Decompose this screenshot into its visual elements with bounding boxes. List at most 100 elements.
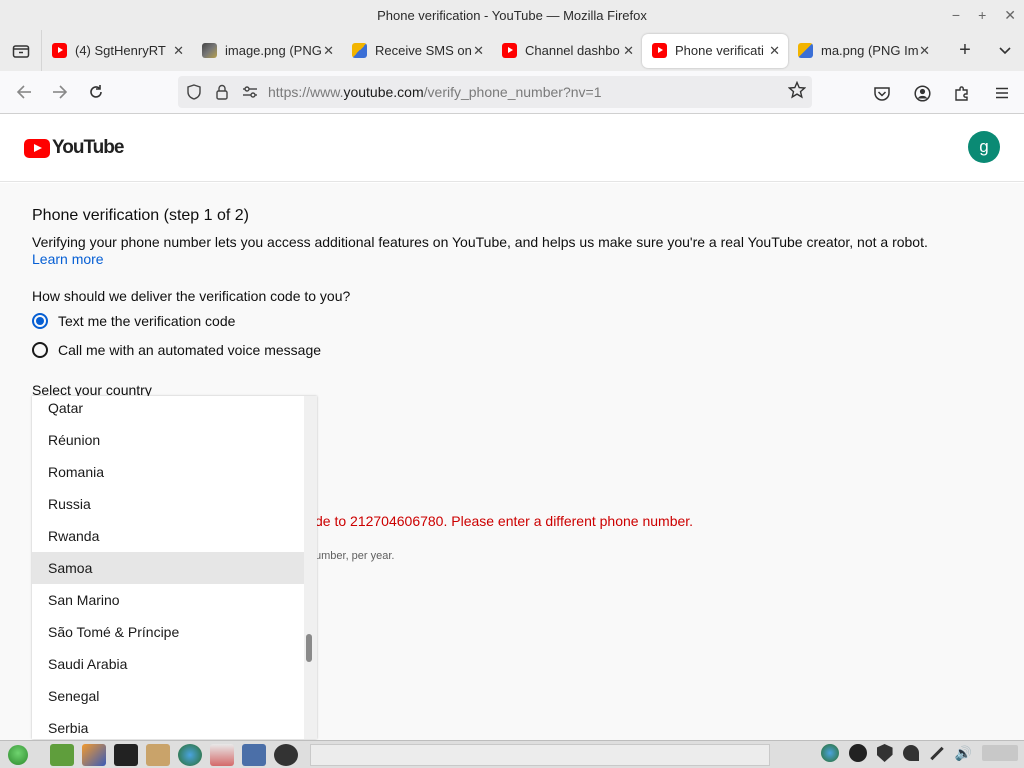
bookmark-star-icon[interactable] — [787, 80, 807, 104]
tab-title: image.png (PNG — [225, 43, 322, 58]
country-option[interactable]: Serbia — [32, 712, 304, 739]
alien-menu-icon[interactable] — [8, 744, 28, 765]
learn-more-link[interactable]: Learn more — [32, 251, 104, 267]
image-icon — [202, 43, 217, 58]
country-option[interactable]: São Tomé & Príncipe — [32, 616, 304, 648]
country-option[interactable]: Saudi Arabia — [32, 648, 304, 680]
country-option[interactable]: San Marino — [32, 584, 304, 616]
url-bar[interactable]: https://www.youtube.com/verify_phone_num… — [178, 76, 812, 108]
close-window-button[interactable]: ✕ — [1004, 7, 1016, 24]
url-path: /verify_phone_number?nv=1 — [423, 84, 602, 100]
tab-close-icon[interactable]: ✕ — [323, 43, 334, 59]
clock[interactable] — [982, 745, 1018, 761]
page-title: Phone verification (step 1 of 2) — [32, 207, 250, 224]
media-icon[interactable] — [210, 743, 234, 766]
radio-label: Text me the verification code — [58, 313, 236, 329]
terminal-icon[interactable] — [114, 743, 138, 766]
url-text[interactable]: https://www.youtube.com/verify_phone_num… — [268, 84, 601, 100]
puzzle-icon — [955, 86, 968, 101]
youtube-logo-text: YouTube — [52, 137, 124, 158]
permissions-icon[interactable] — [236, 85, 264, 99]
tab-sgthenry[interactable]: (4) SgtHenryRT ✕ — [42, 34, 192, 68]
reload-button[interactable] — [78, 74, 114, 110]
extensions-button[interactable] — [944, 75, 980, 111]
sms-site-icon — [352, 43, 367, 58]
pocket-button[interactable] — [864, 75, 900, 111]
youtube-icon — [652, 43, 667, 58]
country-option[interactable]: Rwanda — [32, 520, 304, 552]
maximize-button[interactable]: + — [978, 7, 986, 23]
url-prefix: https://www. — [268, 84, 344, 100]
url-domain: youtube.com — [343, 84, 424, 100]
plus-icon: + — [959, 39, 971, 61]
tab-title: Phone verificati — [675, 43, 764, 58]
radio-call-me[interactable]: Call me with an automated voice message — [32, 342, 321, 358]
country-option-highlighted[interactable]: Samoa — [32, 552, 304, 584]
file-manager-icon[interactable] — [50, 743, 74, 766]
youtube-icon — [502, 43, 517, 58]
radio-label: Call me with an automated voice message — [58, 342, 322, 358]
tab-close-icon[interactable]: ✕ — [623, 43, 634, 59]
radio-button-selected[interactable] — [32, 313, 48, 329]
tab-close-icon[interactable]: ✕ — [769, 43, 780, 59]
taskbar-window-area[interactable] — [310, 743, 770, 766]
tab-ma-png[interactable]: ma.png (PNG Im ✕ — [788, 34, 938, 68]
country-dropdown-list[interactable]: Qatar Réunion Romania Russia Rwanda Samo… — [32, 396, 317, 739]
notification-tray-icon[interactable] — [902, 745, 919, 761]
tab-receive-sms[interactable]: Receive SMS on ✕ — [342, 34, 492, 68]
reload-icon — [90, 85, 102, 98]
network-tray-icon[interactable] — [820, 744, 839, 762]
radio-text-me[interactable]: Text me the verification code — [32, 313, 235, 329]
tab-phone-verification[interactable]: Phone verificati ✕ — [642, 33, 788, 68]
arrow-left-icon — [16, 85, 31, 99]
tab-title: ma.png (PNG Im — [821, 43, 919, 58]
pocket-icon — [874, 86, 890, 101]
dropdown-scrollbar[interactable] — [304, 396, 317, 739]
limit-note: umber, per year. — [315, 550, 395, 562]
sms-site-icon — [798, 43, 813, 58]
error-message: de to 212704606780. Please enter a diffe… — [315, 513, 694, 529]
obs-tray-icon[interactable] — [848, 744, 867, 762]
network-globe-icon[interactable] — [178, 743, 202, 766]
list-all-tabs-button[interactable] — [990, 36, 1020, 66]
firefox-view-icon — [12, 44, 29, 58]
lock-icon[interactable] — [208, 84, 236, 100]
shield-tray-icon[interactable] — [876, 744, 893, 762]
firefox-icon[interactable] — [82, 743, 106, 766]
pen-tray-icon[interactable] — [929, 746, 944, 760]
avatar[interactable]: g — [968, 131, 1000, 163]
tab-image-png[interactable]: image.png (PNG ✕ — [192, 34, 342, 68]
tab-close-icon[interactable]: ✕ — [919, 43, 930, 59]
youtube-play-icon — [24, 138, 50, 158]
settings-gear-icon[interactable] — [242, 743, 266, 766]
youtube-logo[interactable]: YouTube — [24, 137, 124, 159]
menu-button[interactable] — [984, 75, 1020, 111]
country-option[interactable]: Senegal — [32, 680, 304, 712]
country-option[interactable]: Russia — [32, 488, 304, 520]
tab-channel-dashboard[interactable]: Channel dashbo ✕ — [492, 34, 642, 68]
forward-button[interactable] — [42, 74, 78, 110]
new-tab-button[interactable]: + — [950, 36, 980, 66]
scrollbar-thumb[interactable] — [306, 634, 312, 662]
account-button[interactable] — [904, 75, 940, 111]
minimize-button[interactable]: − — [952, 7, 960, 23]
radio-button[interactable] — [32, 342, 48, 358]
firefox-view-button[interactable] — [0, 30, 42, 71]
page-description: Verifying your phone number lets you acc… — [32, 234, 928, 250]
tracking-shield-icon[interactable] — [180, 84, 208, 100]
country-option[interactable]: Romania — [32, 456, 304, 488]
back-button[interactable] — [6, 74, 42, 110]
volume-icon[interactable]: 🔊 — [955, 745, 972, 762]
system-taskbar: 🔊 — [0, 740, 1024, 768]
tab-title: (4) SgtHenryRT — [75, 43, 166, 58]
arrow-right-icon — [53, 85, 68, 99]
system-tray: 🔊 — [820, 744, 1018, 762]
tab-close-icon[interactable]: ✕ — [173, 43, 184, 59]
chevron-down-icon — [999, 46, 1011, 54]
country-option[interactable]: Réunion — [32, 424, 304, 456]
package-icon[interactable] — [146, 743, 170, 766]
tab-title: Channel dashbo — [525, 43, 620, 58]
tab-close-icon[interactable]: ✕ — [473, 43, 484, 59]
obs-icon[interactable] — [274, 743, 298, 766]
country-option[interactable]: Qatar — [32, 396, 304, 424]
